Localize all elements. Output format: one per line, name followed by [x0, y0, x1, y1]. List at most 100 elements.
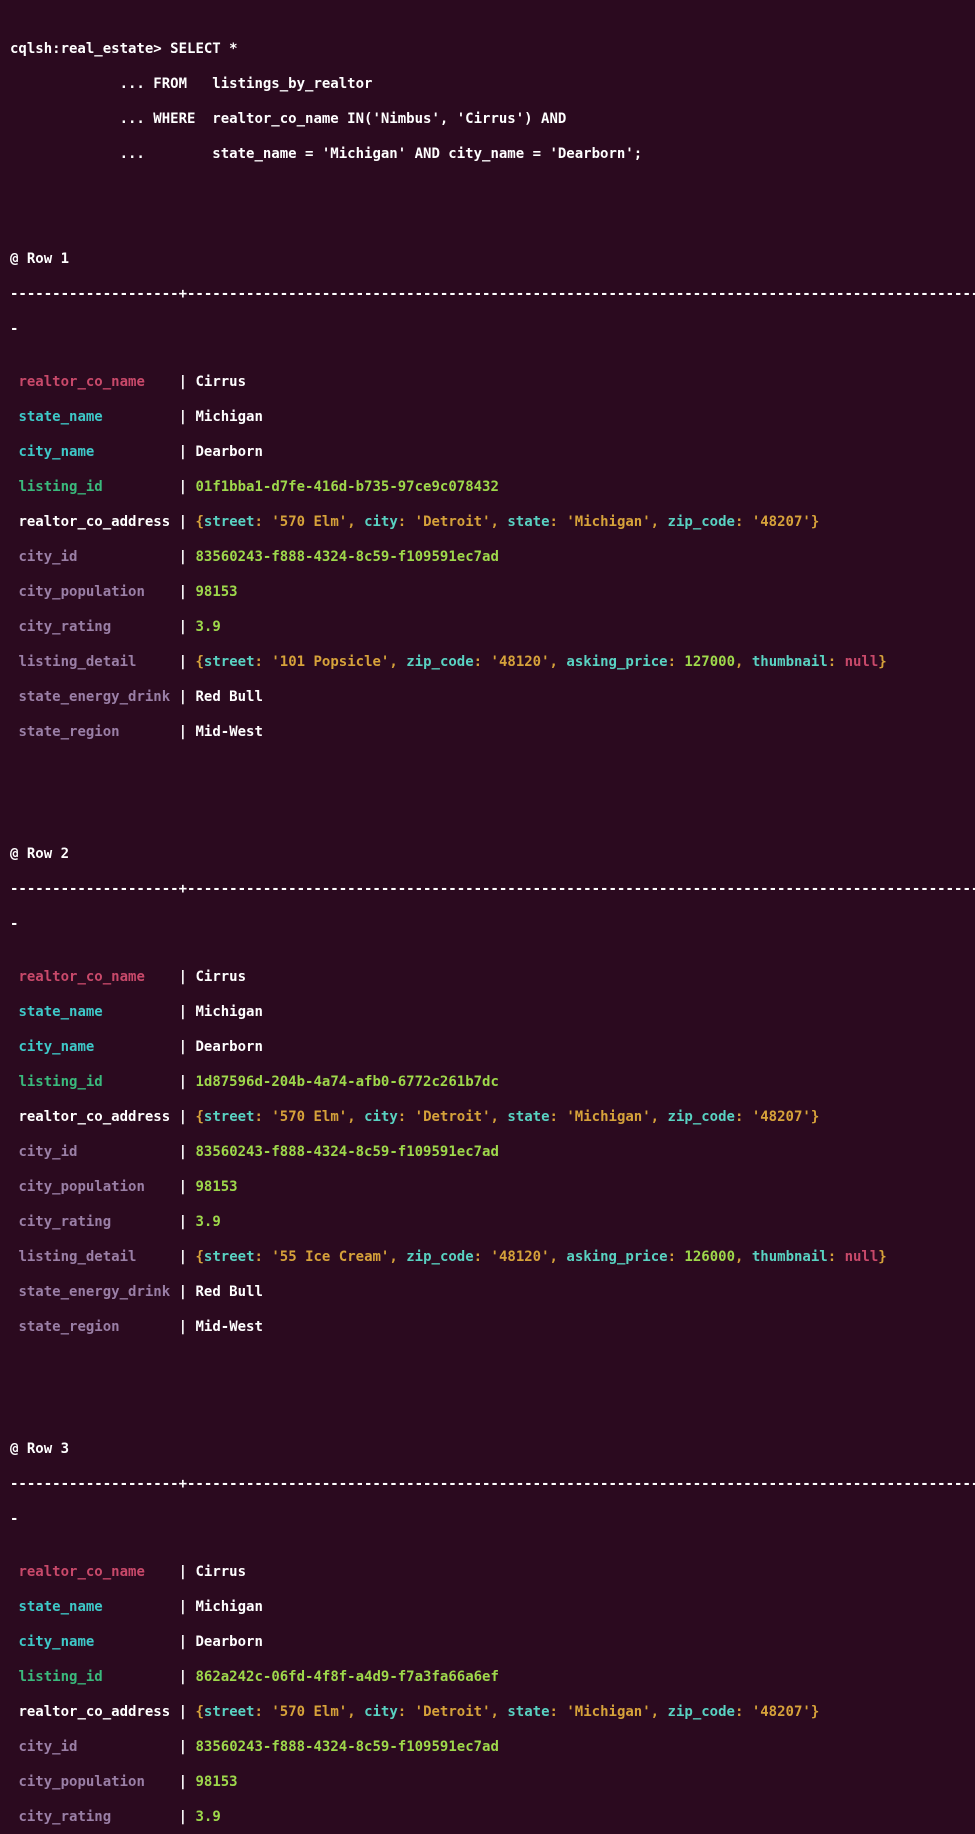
udt-key: street [204, 654, 255, 670]
value: Dearborn [195, 444, 262, 460]
row-header: @ Row 3 [10, 1441, 965, 1459]
key-label: city_rating [18, 1214, 111, 1230]
key-label: realtor_co_address [18, 1704, 170, 1720]
key-label: city_id [18, 1739, 77, 1755]
udt-key: thumbnail [752, 654, 828, 670]
value: Dearborn [195, 1039, 262, 1055]
field-listing-detail: listing_detail | {street: '55 Ice Cream'… [10, 1249, 965, 1267]
key-label: city_rating [18, 619, 111, 635]
key-label: city_population [18, 1774, 144, 1790]
udt-val: 126000 [684, 1249, 735, 1265]
udt-val: '48207' [752, 1704, 811, 1720]
cql-prompt-line-3: ... WHERE realtor_co_name IN('Nimbus', '… [10, 111, 965, 129]
udt-val: 'Detroit' [415, 1109, 491, 1125]
blank-line [10, 776, 965, 794]
udt-key: state [507, 1109, 549, 1125]
key-label: listing_detail [18, 654, 136, 670]
key-label: realtor_co_address [18, 514, 170, 530]
udt-key: asking_price [566, 654, 667, 670]
udt-key: street [204, 514, 255, 530]
key-label: realtor_co_name [18, 969, 144, 985]
value: 01f1bba1-d7fe-416d-b735-97ce9c078432 [195, 479, 498, 495]
field-city-rating: city_rating | 3.9 [10, 1809, 965, 1827]
row-separator-tail: - [10, 1511, 965, 1529]
key-label: city_population [18, 584, 144, 600]
sql-where-2: state_name = 'Michigan' AND city_name = … [153, 146, 642, 162]
value: 98153 [195, 1774, 237, 1790]
value: 862a242c-06fd-4f8f-a4d9-f7a3fa66a6ef [195, 1669, 498, 1685]
value: Michigan [195, 409, 262, 425]
row-separator: --------------------+-------------------… [10, 881, 965, 899]
row-separator-tail: - [10, 321, 965, 339]
udt-val: '570 Elm' [271, 514, 347, 530]
key-label: state_name [18, 409, 102, 425]
table-row: realtor_co_name | Cirrus state_name | Mi… [10, 1546, 965, 1834]
prompt-cont: ... [10, 111, 153, 127]
table-row: realtor_co_name | Cirrus state_name | Mi… [10, 356, 965, 759]
key-label: listing_detail [18, 1249, 136, 1265]
field-state-region: state_region | Mid-West [10, 1319, 965, 1337]
row-header: @ Row 2 [10, 846, 965, 864]
value: Mid-West [195, 1319, 262, 1335]
value: Dearborn [195, 1634, 262, 1650]
value: Michigan [195, 1599, 262, 1615]
field-city-id: city_id | 83560243-f888-4324-8c59-f10959… [10, 1739, 965, 1757]
udt-val: 'Detroit' [415, 514, 491, 530]
udt-val: '570 Elm' [271, 1109, 347, 1125]
field-listing-detail: listing_detail | {street: '101 Popsicle'… [10, 654, 965, 672]
key-label: state_energy_drink [18, 689, 170, 705]
field-city-name: city_name | Dearborn [10, 444, 965, 462]
field-city-population: city_population | 98153 [10, 1179, 965, 1197]
key-label: realtor_co_name [18, 1564, 144, 1580]
key-label: state_energy_drink [18, 1284, 170, 1300]
key-label: listing_id [18, 479, 102, 495]
terminal-output[interactable]: cqlsh:real_estate> SELECT * ... FROM lis… [0, 0, 975, 1834]
udt-key: zip_code [406, 1249, 473, 1265]
udt-val: '48120' [491, 1249, 550, 1265]
blank-line [10, 1371, 965, 1389]
field-city-rating: city_rating | 3.9 [10, 619, 965, 637]
key-label: state_name [18, 1004, 102, 1020]
value: Mid-West [195, 724, 262, 740]
value: Cirrus [195, 969, 246, 985]
field-realtor-co-address: realtor_co_address | {street: '570 Elm',… [10, 514, 965, 532]
field-state-region: state_region | Mid-West [10, 724, 965, 742]
prompt-cont: ... [10, 146, 153, 162]
value: Red Bull [195, 1284, 262, 1300]
key-label: city_name [18, 1634, 94, 1650]
key-label: city_name [18, 444, 94, 460]
value: Cirrus [195, 1564, 246, 1580]
sql-where-1: WHERE realtor_co_name IN('Nimbus', 'Cirr… [153, 111, 566, 127]
blank-line [10, 181, 965, 199]
row-separator-tail: - [10, 916, 965, 934]
field-state-name: state_name | Michigan [10, 1004, 965, 1022]
udt-key: zip_code [668, 1109, 735, 1125]
value: Michigan [195, 1004, 262, 1020]
field-state-name: state_name | Michigan [10, 1599, 965, 1617]
udt-val: '570 Elm' [271, 1704, 347, 1720]
field-state-name: state_name | Michigan [10, 409, 965, 427]
udt-val: '48207' [752, 1109, 811, 1125]
row-separator: --------------------+-------------------… [10, 286, 965, 304]
cql-prompt-line-2: ... FROM listings_by_realtor [10, 76, 965, 94]
key-label: city_population [18, 1179, 144, 1195]
cql-prompt-line-4: ... state_name = 'Michigan' AND city_nam… [10, 146, 965, 164]
value: 98153 [195, 584, 237, 600]
value: 3.9 [195, 619, 220, 635]
value: 83560243-f888-4324-8c59-f109591ec7ad [195, 1144, 498, 1160]
udt-val: 'Michigan' [566, 1704, 650, 1720]
key-label: listing_id [18, 1669, 102, 1685]
prompt-prefix: cqlsh:real_estate> [10, 41, 170, 57]
key-label: city_rating [18, 1809, 111, 1825]
udt-key: zip_code [668, 514, 735, 530]
udt-key: street [204, 1704, 255, 1720]
field-listing-id: listing_id | 862a242c-06fd-4f8f-a4d9-f7a… [10, 1669, 965, 1687]
row-header: @ Row 1 [10, 251, 965, 269]
field-city-name: city_name | Dearborn [10, 1039, 965, 1057]
field-realtor-co-address: realtor_co_address | {street: '570 Elm',… [10, 1109, 965, 1127]
key-label: state_region [18, 1319, 119, 1335]
key-label: listing_id [18, 1074, 102, 1090]
field-city-id: city_id | 83560243-f888-4324-8c59-f10959… [10, 549, 965, 567]
field-realtor-co-name: realtor_co_name | Cirrus [10, 969, 965, 987]
key-label: realtor_co_name [18, 374, 144, 390]
